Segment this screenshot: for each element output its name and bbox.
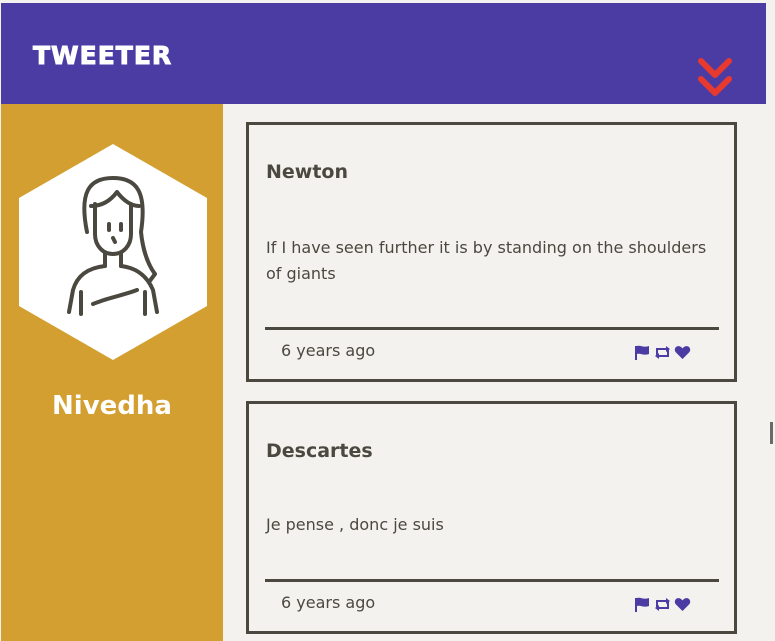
tweet-card: Descartes Je pense , donc je suis 6 year… xyxy=(246,401,737,634)
tweet-actions xyxy=(634,597,691,612)
flag-icon[interactable] xyxy=(634,345,651,360)
divider xyxy=(265,327,719,330)
retweet-icon[interactable] xyxy=(654,597,671,612)
app-logo-title[interactable]: TWEETER xyxy=(32,41,172,71)
tweet-author[interactable]: Newton xyxy=(266,161,348,183)
double-chevron-down-icon[interactable] xyxy=(695,57,735,101)
divider xyxy=(265,579,719,582)
profile-name: Nivedha xyxy=(52,391,172,421)
tweet-text: If I have seen further it is by standing… xyxy=(266,238,707,283)
heart-icon[interactable] xyxy=(674,345,691,360)
tweet-timestamp: 6 years ago xyxy=(281,341,376,360)
scrollbar-thumb[interactable] xyxy=(770,422,773,444)
tweet-text: Je pense , donc je suis xyxy=(266,515,444,534)
tweet-card: Newton If I have seen further it is by s… xyxy=(246,122,737,382)
tweet-actions xyxy=(634,345,691,360)
tweet-author[interactable]: Descartes xyxy=(266,440,373,462)
profile-sidebar: Nivedha xyxy=(1,104,223,641)
flag-icon[interactable] xyxy=(634,597,651,612)
retweet-icon[interactable] xyxy=(654,345,671,360)
heart-icon[interactable] xyxy=(674,597,691,612)
avatar xyxy=(19,144,207,360)
tweet-timestamp: 6 years ago xyxy=(281,593,376,612)
top-header: TWEETER xyxy=(1,3,766,104)
